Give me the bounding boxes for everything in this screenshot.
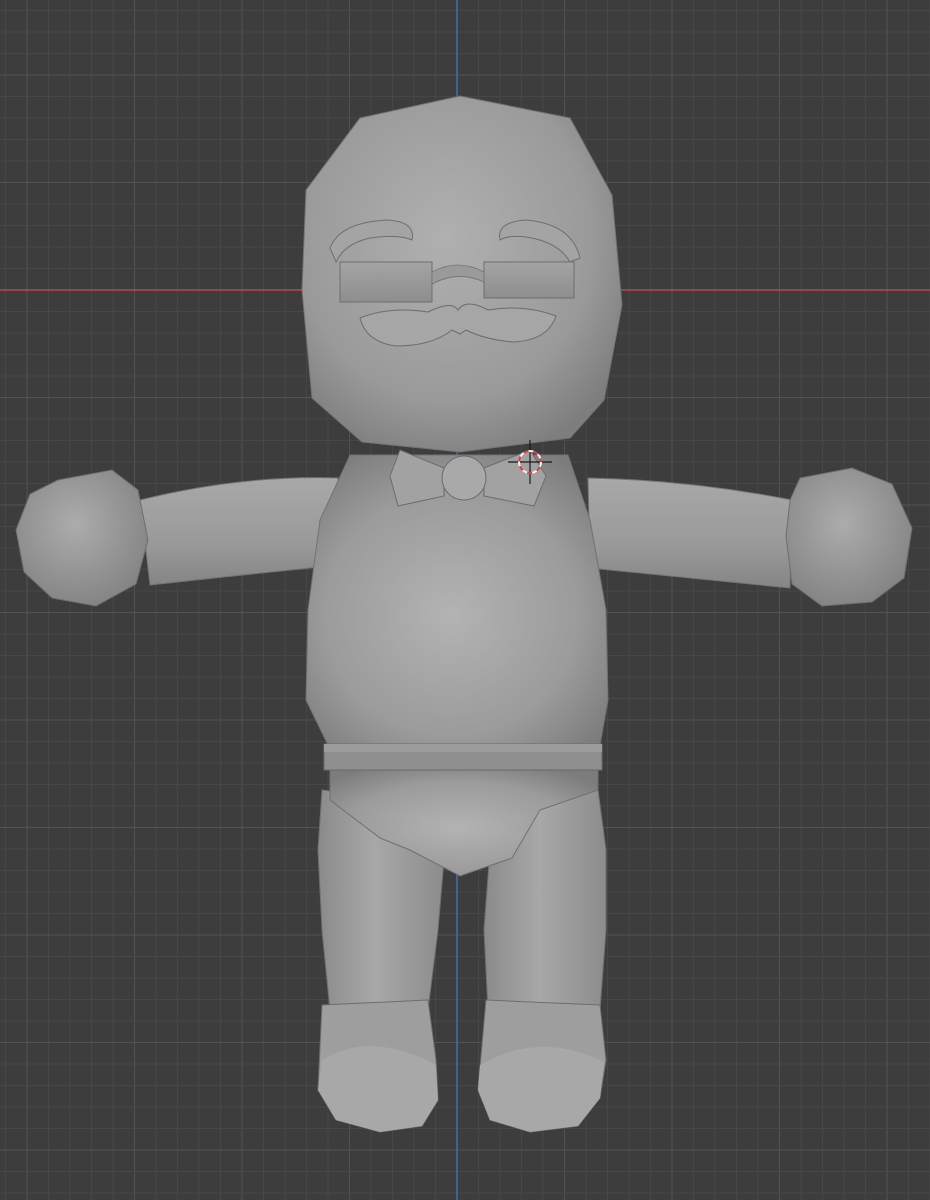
- viewport-canvas[interactable]: [0, 0, 930, 1200]
- left-lens: [339, 261, 433, 303]
- bow-tie[interactable]: [389, 449, 547, 507]
- right-lens: [483, 261, 575, 299]
- left-boot-toe: [318, 1046, 438, 1132]
- right-hand[interactable]: [785, 467, 913, 607]
- bow-tie-knot: [441, 455, 487, 501]
- 3d-viewport[interactable]: [0, 0, 930, 1200]
- belt-highlight: [324, 744, 602, 752]
